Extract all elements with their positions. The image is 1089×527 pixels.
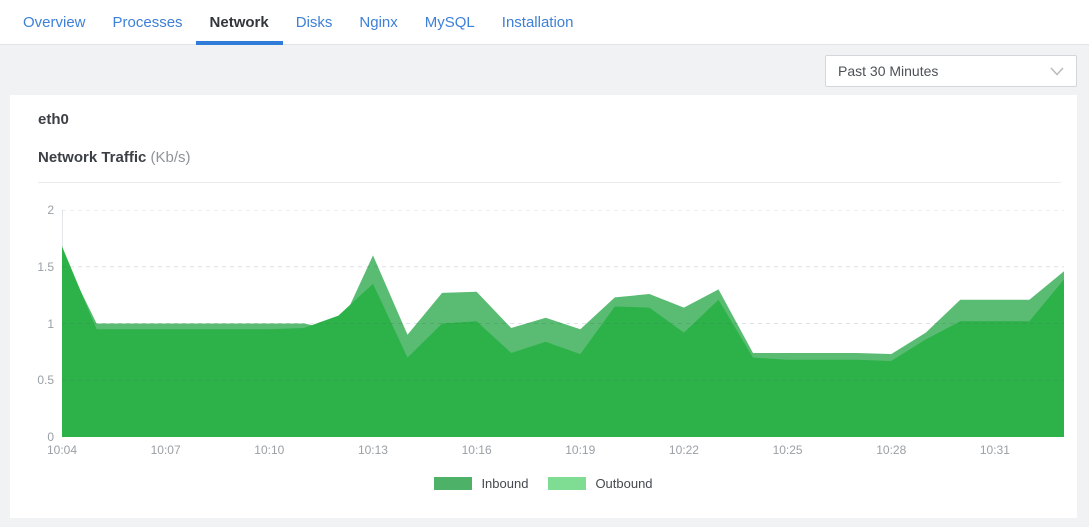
tab-mysql[interactable]: MySQL [425,0,475,45]
x-tick-label: 10:10 [239,443,299,457]
toolbar: Past 30 Minutes [0,46,1089,95]
x-tick-label: 10:31 [965,443,1025,457]
traffic-area-chart[interactable] [62,210,1064,437]
x-tick-label: 10:07 [136,443,196,457]
y-tick-label: 1.5 [10,260,54,274]
outbound-swatch [548,477,586,490]
inbound-swatch [434,477,472,490]
network-interface-card: eth0 Network Traffic (Kb/s) 2 1.5 1 0.5 0 10… [10,95,1077,518]
x-tick-label: 10:16 [447,443,507,457]
time-range-select[interactable]: Past 30 Minutes [825,55,1077,87]
tab-installation[interactable]: Installation [502,0,574,45]
chart-unit: (Kb/s) [151,149,191,166]
chart-title: Network Traffic (Kb/s) [38,149,191,166]
chevron-down-icon [1050,67,1064,76]
y-tick-label: 2 [10,203,54,217]
legend-item-inbound[interactable]: Inbound [434,476,528,491]
x-tick-label: 10:28 [861,443,921,457]
y-tick-label: 1 [10,317,54,331]
tab-network[interactable]: Network [210,0,269,45]
x-tick-label: 10:04 [32,443,92,457]
x-tick-label: 10:22 [654,443,714,457]
time-range-value: Past 30 Minutes [838,63,938,79]
legend-item-outbound[interactable]: Outbound [548,476,652,491]
y-axis-labels: 21.510.50 [10,210,54,437]
legend-label-outbound: Outbound [595,476,652,491]
x-tick-label: 10:25 [758,443,818,457]
chart-legend: Inbound Outbound [10,476,1077,491]
chart-title-text: Network Traffic [38,149,146,166]
y-tick-label: 0.5 [10,373,54,387]
x-tick-label: 10:13 [343,443,403,457]
tab-overview[interactable]: Overview [23,0,86,45]
interface-name: eth0 [38,111,69,128]
header-divider [38,182,1061,183]
x-tick-label: 10:19 [550,443,610,457]
legend-label-inbound: Inbound [481,476,528,491]
tab-disks[interactable]: Disks [296,0,333,45]
tab-processes[interactable]: Processes [113,0,183,45]
x-axis-labels: 10:04 10:07 10:10 10:13 10:16 10:19 10:22 10:25… [10,443,1077,459]
y-tick-label: 0 [10,430,54,444]
tab-nginx[interactable]: Nginx [359,0,397,45]
top-tab-bar: Overview Processes Network Disks Nginx M… [0,0,1089,45]
